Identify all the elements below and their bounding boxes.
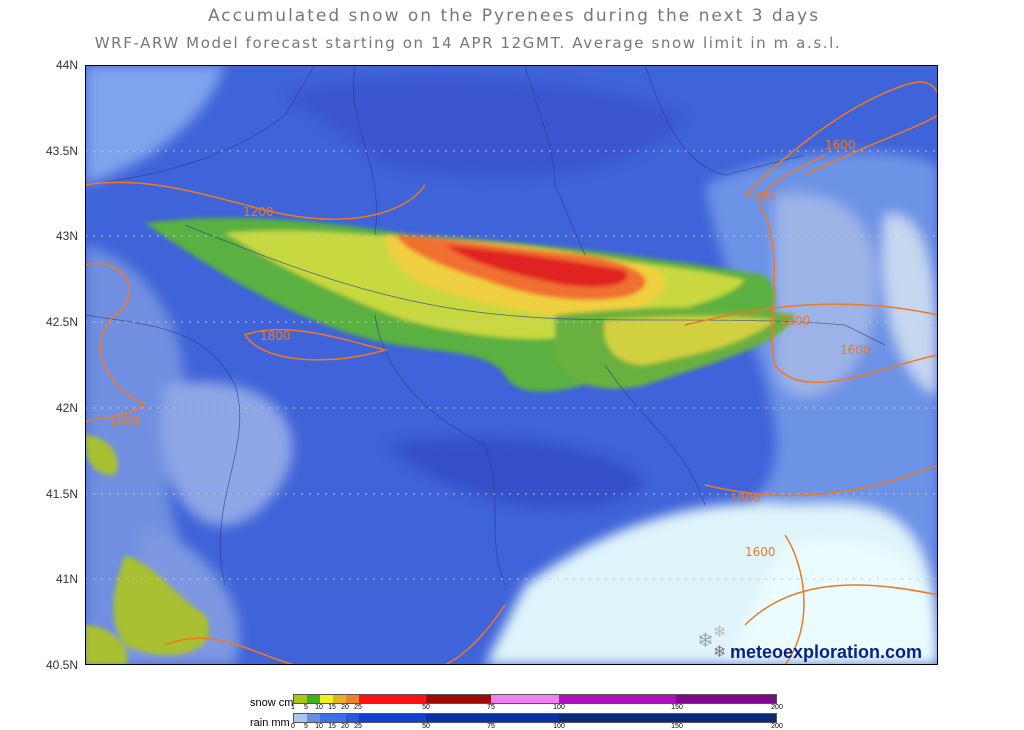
legend-tick: 100 bbox=[553, 723, 565, 730]
legend-tick: 1 bbox=[291, 704, 295, 711]
legend-tick: 50 bbox=[422, 704, 430, 711]
legend-tick: 5 bbox=[304, 723, 308, 730]
lat-label: 42.5N bbox=[45, 315, 78, 329]
contour-label: 1200 bbox=[243, 205, 274, 219]
legend-tick: 200 bbox=[771, 723, 783, 730]
legend-swatch bbox=[426, 714, 559, 722]
legend-tick: 25 bbox=[354, 704, 362, 711]
legend-swatch bbox=[558, 714, 777, 722]
legend-tick: 75 bbox=[487, 723, 495, 730]
contour-label: 1600 bbox=[825, 138, 856, 152]
svg-text:❄: ❄ bbox=[713, 642, 726, 661]
contour-label: 1800 bbox=[260, 329, 291, 343]
legend-tick: 100 bbox=[553, 704, 565, 711]
contour-label: 1600 bbox=[745, 545, 776, 559]
legend-swatch bbox=[319, 695, 333, 703]
snow-map: 1200 1800 1600 1600 1200 1600 1600 1800 … bbox=[85, 65, 938, 665]
svg-text:❄: ❄ bbox=[713, 622, 726, 641]
legend-swatch bbox=[345, 695, 359, 703]
watermark: meteoexploration.com bbox=[730, 642, 923, 662]
legend-tick: 5 bbox=[304, 704, 308, 711]
lat-label: 43.5N bbox=[45, 144, 78, 158]
svg-text:❄: ❄ bbox=[697, 628, 714, 652]
rain-color-bar bbox=[293, 713, 777, 723]
contour-label: 1600 bbox=[840, 343, 871, 357]
legend-tick: 150 bbox=[671, 704, 683, 711]
legend-swatch bbox=[358, 695, 427, 703]
legend-tick: 200 bbox=[771, 704, 783, 711]
legend-swatch bbox=[426, 695, 492, 703]
legend-swatch bbox=[345, 714, 359, 722]
legend-swatch bbox=[332, 695, 346, 703]
legend-swatch bbox=[558, 695, 677, 703]
legend-tick: 20 bbox=[341, 704, 349, 711]
legend-tick: 15 bbox=[328, 723, 336, 730]
legend-tick: 0 bbox=[291, 723, 295, 730]
legend-tick: 10 bbox=[315, 723, 323, 730]
lat-label: 41.5N bbox=[45, 487, 78, 501]
lat-label: 40.5N bbox=[45, 658, 78, 672]
rain-legend-label: rain mm bbox=[250, 717, 290, 729]
contour-label: 1800 bbox=[730, 491, 761, 505]
legend-swatch bbox=[358, 714, 427, 722]
contour-label: 1600 bbox=[780, 314, 811, 328]
legend-swatch bbox=[306, 695, 320, 703]
contour-label: 1600 bbox=[110, 414, 141, 428]
lat-label: 43N bbox=[55, 229, 78, 243]
legend-swatch bbox=[491, 695, 559, 703]
map-title: Accumulated snow on the Pyrenees during … bbox=[207, 6, 821, 26]
legend-swatch bbox=[676, 695, 777, 703]
legend-swatch bbox=[306, 714, 320, 722]
legend-tick: 25 bbox=[354, 723, 362, 730]
contour-label: 1200 bbox=[745, 189, 776, 203]
snow-color-bar bbox=[293, 694, 777, 704]
legend-tick: 75 bbox=[487, 704, 495, 711]
legend-tick: 10 bbox=[315, 704, 323, 711]
legend-tick: 15 bbox=[328, 704, 336, 711]
snow-legend-label: snow cm bbox=[250, 697, 294, 709]
legend-tick: 150 bbox=[671, 723, 683, 730]
legend-swatch bbox=[319, 714, 346, 722]
legend-swatch bbox=[294, 695, 307, 703]
lat-label: 42N bbox=[55, 401, 78, 415]
legend-tick: 20 bbox=[341, 723, 349, 730]
legend-swatch bbox=[294, 714, 307, 722]
lat-label: 44N bbox=[55, 58, 78, 72]
map-subtitle: WRF-ARW Model forecast starting on 14 AP… bbox=[94, 34, 842, 52]
legend-tick: 50 bbox=[422, 723, 430, 730]
lat-label: 41N bbox=[55, 572, 78, 586]
